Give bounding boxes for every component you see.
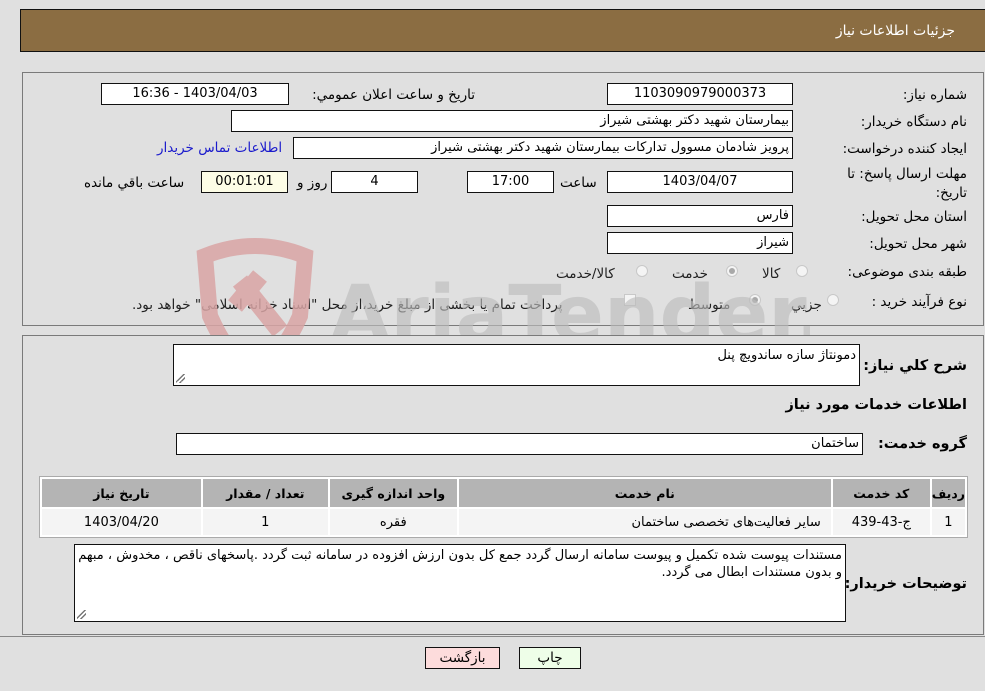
category-radio-service[interactable] (726, 265, 738, 277)
table-row: 1 ج-43-439 سایر فعالیت‌های تخصصی ساختمان… (42, 509, 965, 535)
col-service-code: کد خدمت (832, 479, 930, 507)
col-quantity: تعداد / مقدار (202, 479, 328, 507)
service-group-label: گروه خدمت: (877, 436, 967, 452)
category-radio-goods[interactable] (796, 265, 808, 277)
services-table: ردیف کد خدمت نام خدمت واحد اندازه گیری ت… (39, 476, 968, 538)
purchase-radio-medium[interactable] (749, 294, 761, 306)
cell-service-name: سایر فعالیت‌های تخصصی ساختمان (458, 509, 831, 535)
summary-text: دمونتاژ سازه ساندویچ پنل (717, 348, 856, 363)
treasury-checkbox[interactable] (624, 294, 636, 306)
cell-service-code: ج-43-439 (832, 509, 930, 535)
time-remaining-label: ساعت باقي مانده (84, 175, 185, 191)
cell-unit: فقره (329, 509, 457, 535)
buyer-contact-link[interactable]: اطلاعات تماس خريدار (157, 140, 282, 156)
col-unit: واحد اندازه گیری (329, 479, 457, 507)
category-option-goods-service: کالا/خدمت (556, 266, 615, 282)
category-radio-goods-service[interactable] (636, 265, 648, 277)
deadline-time-label: ساعت (560, 175, 597, 191)
category-option-goods: کالا (762, 266, 781, 282)
cell-quantity: 1 (202, 509, 328, 535)
buyer-notes-label: توضیحات خریدار: (844, 576, 967, 592)
services-table-wrapper: ردیف کد خدمت نام خدمت واحد اندازه گیری ت… (39, 476, 968, 538)
table-header-row: ردیف کد خدمت نام خدمت واحد اندازه گیری ت… (42, 479, 965, 507)
province-label: استان محل تحویل: (861, 209, 967, 225)
services-section-title: اطلاعات خدمات مورد نیاز (785, 397, 967, 413)
print-button[interactable]: چاپ (519, 647, 581, 669)
col-row-number: ردیف (931, 479, 965, 507)
days-remaining-field: 4 (331, 171, 418, 193)
summary-field: دمونتاژ سازه ساندویچ پنل (173, 344, 860, 386)
deadline-time-field: 17:00 (467, 171, 554, 193)
col-service-name: نام خدمت (458, 479, 831, 507)
time-remaining-field: 00:01:01 (201, 171, 288, 193)
back-button[interactable]: بازگشت (425, 647, 500, 669)
announce-datetime-field: 1403/04/03 - 16:36 (101, 83, 289, 105)
province-field: فارس (607, 205, 793, 227)
summary-label: شرح کلي نياز: (863, 358, 967, 374)
category-option-service: خدمت (672, 266, 708, 282)
page-header: جزئیات اطلاعات نیاز (20, 9, 985, 52)
city-label: شهر محل تحویل: (869, 236, 967, 252)
deadline-label: مهلت ارسال پاسخ: تا تاریخ: (847, 166, 967, 201)
purchase-type-label: نوع فرآیند خرید : (871, 294, 967, 310)
need-number-label: شماره نیاز: (902, 87, 967, 103)
purchase-option-minor: جزيي (791, 297, 822, 313)
resize-grip-icon[interactable] (176, 374, 185, 383)
buyer-org-label: نام دستگاه خريدار: (860, 114, 967, 130)
buyer-notes-field: مستندات پیوست شده تکمیل و پیوست سامانه ا… (74, 544, 846, 622)
buyer-notes-text: مستندات پیوست شده تکمیل و پیوست سامانه ا… (78, 548, 842, 580)
service-group-field: ساختمان (176, 433, 863, 455)
days-label: روز و (297, 175, 328, 191)
city-field: شیراز (607, 232, 793, 254)
cell-row-number: 1 (931, 509, 965, 535)
requester-field: پرویز شادمان مسوول تدارکات بیمارستان شهی… (293, 137, 793, 159)
requester-label: ایجاد کننده درخواست: (842, 141, 967, 157)
treasury-note: پرداخت تمام یا بخشی از مبلغ خرید،از محل … (132, 297, 563, 313)
announce-datetime-label: تاریخ و ساعت اعلان عمومي: (312, 87, 475, 103)
purchase-radio-minor[interactable] (827, 294, 839, 306)
col-need-date: تاریخ نیاز (42, 479, 201, 507)
cell-need-date: 1403/04/20 (42, 509, 201, 535)
bottom-divider (0, 636, 985, 637)
category-label: طبقه بندی موضوعی: (847, 264, 967, 280)
deadline-date-field: 1403/04/07 (607, 171, 793, 193)
resize-grip-icon[interactable] (77, 610, 86, 619)
purchase-option-medium: متوسط (688, 297, 731, 313)
buyer-org-field: بیمارستان شهید دکتر بهشتی شیراز (231, 110, 793, 132)
need-number-field: 1103090979000373 (607, 83, 793, 105)
page-title: جزئیات اطلاعات نیاز (835, 23, 955, 39)
